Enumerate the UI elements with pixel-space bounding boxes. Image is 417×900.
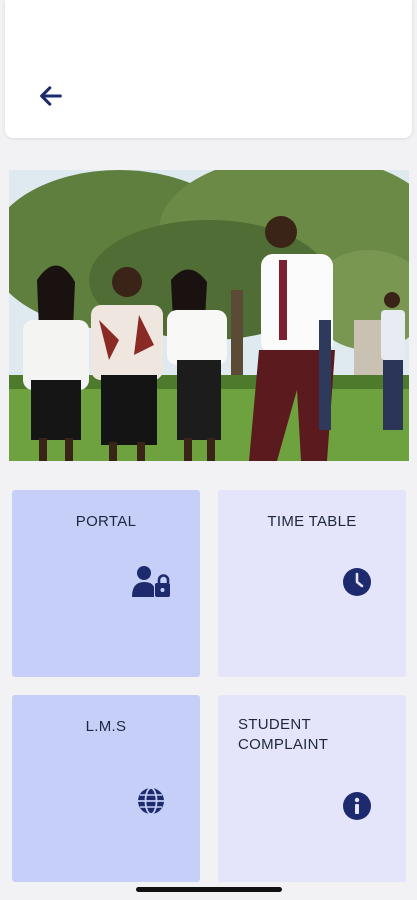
timetable-tile[interactable]: TIME TABLE [218, 490, 406, 677]
home-indicator[interactable] [136, 887, 282, 892]
lms-tile[interactable]: L.M.S [12, 695, 200, 882]
lms-label: L.M.S [85, 718, 127, 735]
user-lock-icon [132, 566, 170, 597]
portal-tile[interactable]: PORTAL [12, 490, 200, 677]
clock-icon [343, 568, 371, 596]
back-button[interactable] [33, 78, 69, 114]
timetable-label: TIME TABLE [267, 513, 357, 530]
student-complaint-label: STUDENT COMPLAINT [238, 716, 329, 753]
students-on-campus-photo [9, 170, 409, 461]
portal-label: PORTAL [75, 513, 137, 530]
top-header [5, 0, 412, 138]
info-icon [343, 792, 371, 820]
student-complaint-tile[interactable]: STUDENT COMPLAINT [218, 695, 406, 882]
globe-icon [138, 787, 164, 815]
arrow-left-icon [40, 86, 62, 106]
